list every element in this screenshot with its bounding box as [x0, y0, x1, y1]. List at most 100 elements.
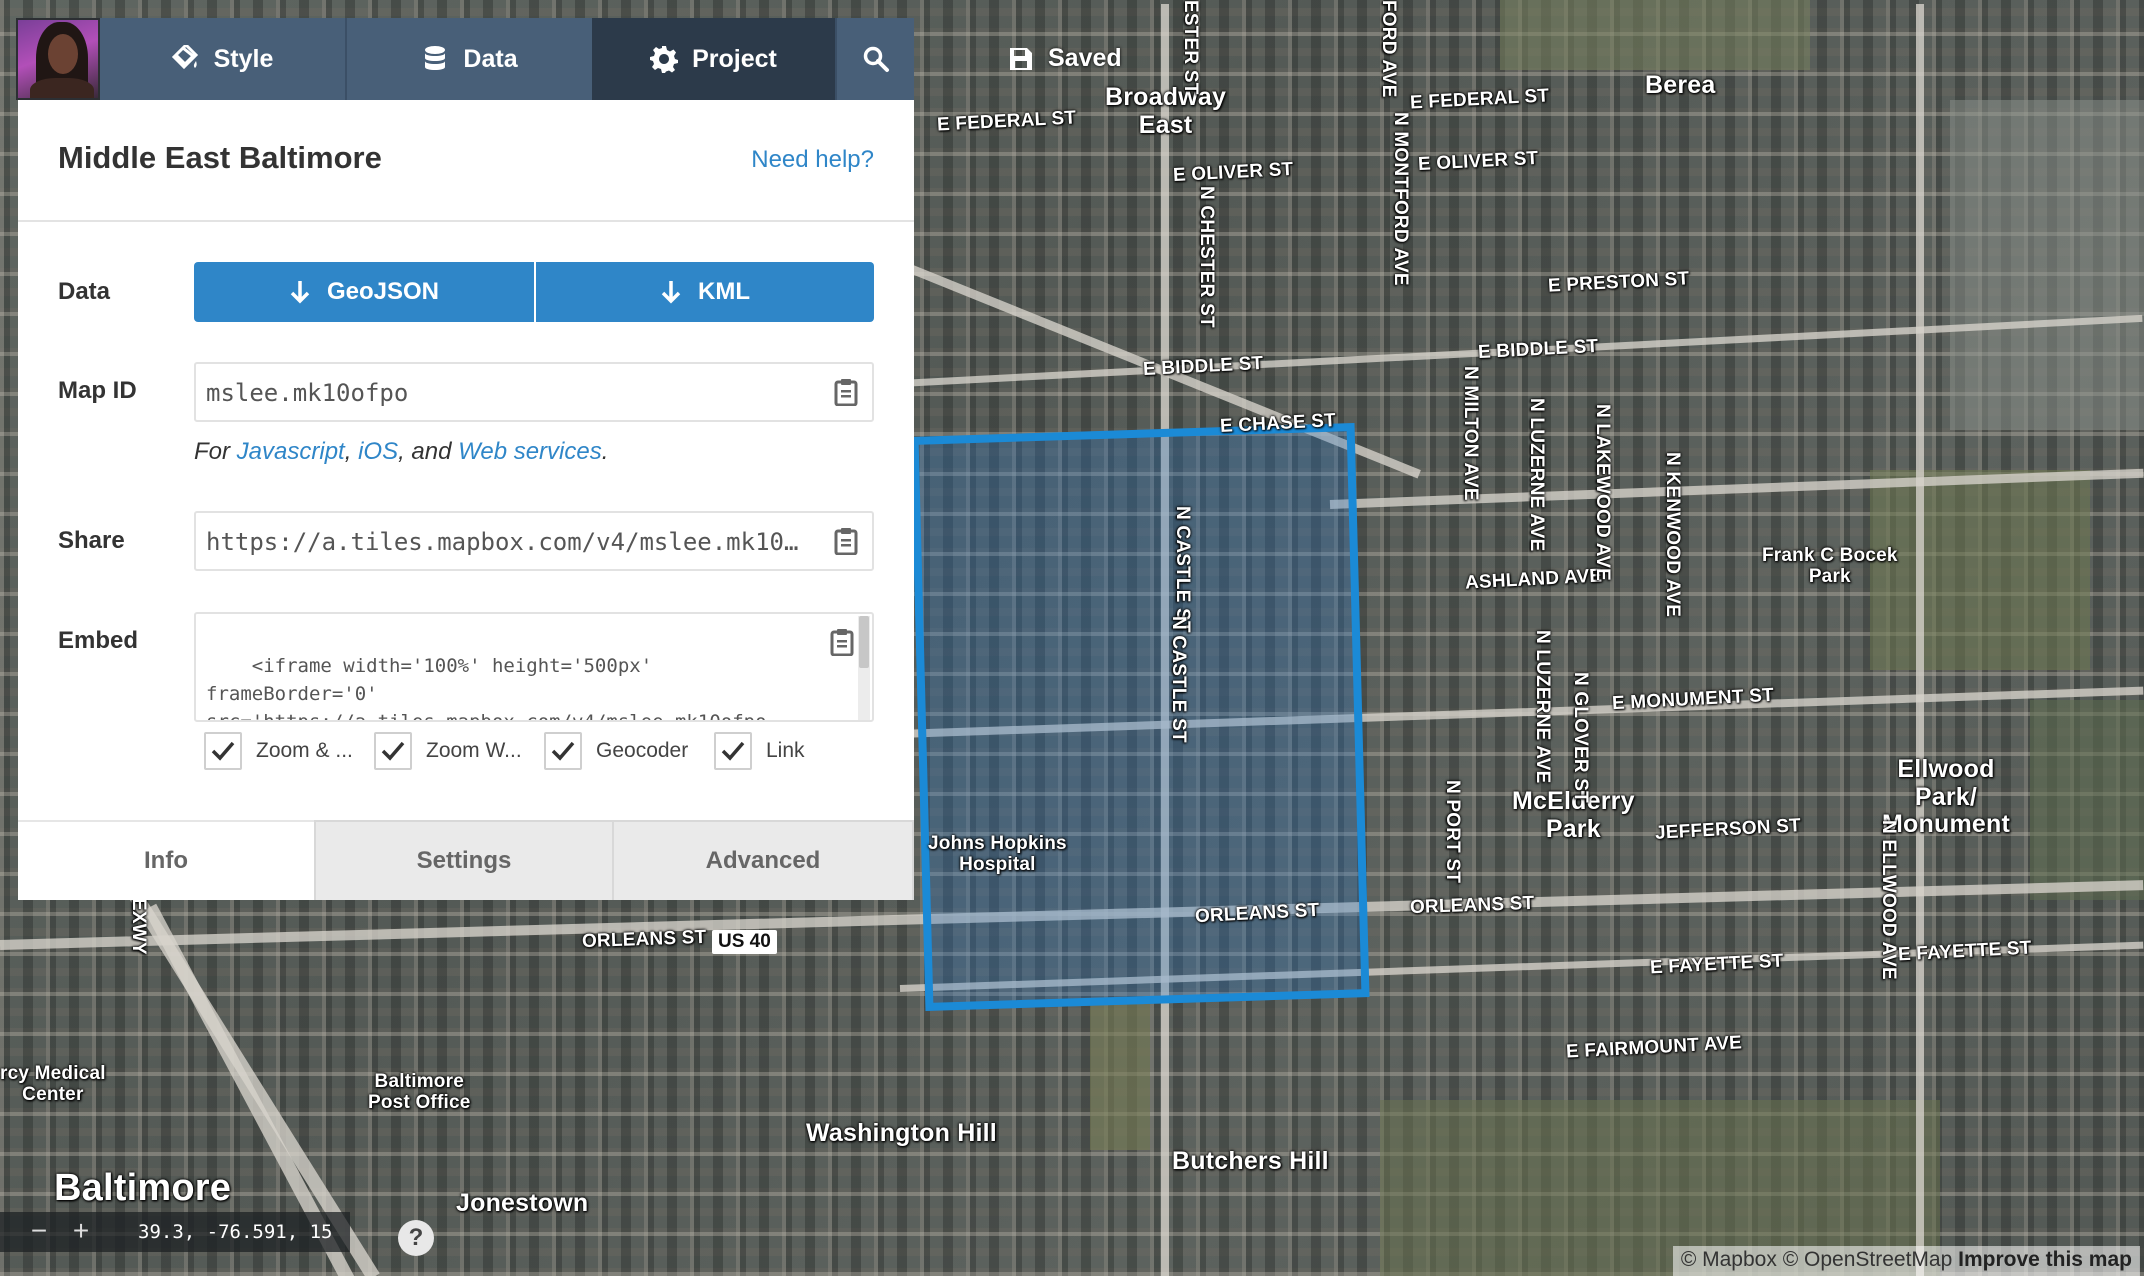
avatar-shoulders — [30, 78, 94, 98]
embed-option-label: Geocoder — [596, 739, 689, 762]
paint-bucket-icon — [171, 45, 198, 70]
user-avatar[interactable] — [16, 18, 100, 100]
map-id-field[interactable]: mslee.mk10ofpo — [194, 362, 874, 422]
map-industrial-east — [1950, 100, 2144, 430]
zoom-in-button[interactable]: + — [66, 1217, 96, 1246]
embed-option-zoomwheel[interactable]: Zoom W... — [374, 732, 522, 770]
map-park-bocek — [1870, 470, 2090, 670]
embed-option-geocoder[interactable]: Geocoder — [544, 732, 688, 770]
saved-label: Saved — [1048, 44, 1122, 72]
label-n-luzerne-ave: N LUZERNE AVE — [1526, 398, 1547, 552]
tab-info[interactable]: Info — [18, 820, 314, 900]
label-mercy-medical-center: rcy Medical Center — [0, 1063, 106, 1105]
attribution-mapbox-link[interactable]: © Mapbox — [1681, 1248, 1777, 1271]
label-n-luzerne-ave-2: N LUZERNE AVE — [1532, 630, 1553, 784]
embed-option-link[interactable]: Link — [714, 732, 805, 770]
sdk-sep-2: , and — [398, 438, 459, 465]
label-n-glover-st: N GLOVER ST — [1570, 672, 1591, 803]
tab-advanced[interactable]: Advanced — [614, 820, 914, 900]
attribution-osm-link[interactable]: © OpenStreetMap — [1783, 1248, 1953, 1271]
download-arrow-icon — [661, 281, 681, 304]
panel-header: Middle East Baltimore Need help? — [18, 100, 914, 222]
coordinate-readout: 39.3, -76.591, 15 — [138, 1221, 333, 1243]
label-ford-ave-top: FORD AVE — [1378, 0, 1399, 98]
label-e-monument-st: E MONUMENT ST — [1611, 684, 1775, 715]
saved-status: Saved — [1008, 44, 1122, 73]
ios-link[interactable]: iOS — [358, 438, 398, 465]
label-e-federal-st-e: E FEDERAL ST — [1409, 85, 1550, 114]
embed-option-label: Link — [766, 739, 805, 762]
download-kml-button[interactable]: KML — [536, 262, 874, 322]
search-button[interactable] — [835, 18, 914, 100]
label-n-lakewood-ave: N LAKEWOOD AVE — [1592, 404, 1613, 581]
share-url-field[interactable]: https://a.tiles.mapbox.com/v4/mslee.mk10… — [194, 511, 874, 571]
share-label: Share — [58, 527, 125, 554]
zoom-out-button[interactable]: − — [24, 1217, 54, 1246]
label-broadway-east: Broadway East — [1105, 83, 1227, 139]
label-e-oliver-st-e: E OLIVER ST — [1417, 147, 1539, 176]
sdk-prefix: For — [194, 438, 237, 465]
label-e-preston-st: E PRESTON ST — [1547, 268, 1690, 297]
label-orleans-st-east: ORLEANS ST — [1409, 892, 1535, 919]
web-services-link[interactable]: Web services — [458, 438, 602, 465]
map-attribution: © Mapbox © OpenStreetMap Improve this ma… — [1672, 1246, 2140, 1276]
label-jefferson-st: JEFFERSON ST — [1654, 815, 1802, 844]
checkbox-link[interactable] — [714, 732, 752, 770]
project-title[interactable]: Middle East Baltimore — [58, 140, 382, 176]
embed-label: Embed — [58, 627, 139, 654]
map-id-value: mslee.mk10ofpo — [206, 379, 409, 407]
label-n-castle-st-2: N CASTLE ST — [1168, 616, 1189, 743]
checkbox-zoompan[interactable] — [204, 732, 242, 770]
label-ellwood-park: Ellwood Park/ Monument — [1882, 755, 2010, 838]
tab-project[interactable]: Project — [592, 18, 835, 100]
clipboard-icon[interactable] — [830, 628, 854, 656]
embed-option-label: Zoom W... — [426, 739, 522, 762]
tab-style[interactable]: Style — [100, 18, 345, 100]
javascript-link[interactable]: Javascript — [237, 438, 345, 465]
label-berea: Berea — [1645, 71, 1716, 99]
label-n-port-st: N PORT ST — [1442, 780, 1463, 884]
sdk-suffix: . — [601, 438, 609, 465]
label-e-biddle-st-e: E BIDDLE ST — [1477, 335, 1599, 364]
label-chester-st-top: ESTER ST — [1180, 0, 1201, 95]
project-bounds-box[interactable] — [910, 423, 1370, 1011]
label-baltimore: Baltimore — [54, 1167, 232, 1209]
gear-icon — [650, 46, 679, 73]
avatar-face — [48, 34, 78, 74]
clipboard-icon[interactable] — [834, 527, 858, 555]
map-park-northwest — [1500, 0, 1810, 70]
embed-scrollbar[interactable] — [858, 616, 870, 720]
tab-settings[interactable]: Settings — [314, 820, 614, 900]
label-n-milton-ave: N MILTON AVE — [1460, 366, 1481, 501]
download-geojson-button[interactable]: GeoJSON — [194, 262, 534, 322]
improve-map-link[interactable]: Improve this map — [1958, 1248, 2132, 1271]
checkbox-geocoder[interactable] — [544, 732, 582, 770]
label-e-fayette-st-2: E FAYETTE ST — [1897, 937, 2033, 966]
clipboard-icon[interactable] — [834, 378, 858, 406]
label-orleans-st-west: ORLEANS ST — [581, 926, 707, 953]
label-washington-hill: Washington Hill — [806, 1119, 997, 1147]
embed-option-zoompan[interactable]: Zoom & ... — [204, 732, 353, 770]
label-n-chester-st: N CHESTER ST — [1196, 186, 1217, 328]
label-n-ellwood-ave: N ELLWOOD AVE — [1878, 820, 1899, 980]
data-label: Data — [58, 278, 111, 305]
map-help-button[interactable]: ? — [398, 1220, 434, 1256]
panel-bottom-tabs: Info Settings Advanced — [18, 820, 914, 900]
embed-scrollbar-thumb[interactable] — [859, 616, 869, 668]
kml-label: KML — [698, 278, 750, 305]
checkbox-zoomwheel[interactable] — [374, 732, 412, 770]
tab-data[interactable]: Data — [345, 18, 592, 100]
project-panel: Middle East Baltimore Need help? Data Ge… — [18, 100, 914, 900]
label-johns-hopkins-hospital: Johns Hopkins Hospital — [928, 833, 1067, 875]
geojson-label: GeoJSON — [326, 278, 440, 305]
save-icon — [1010, 47, 1032, 70]
need-help-link[interactable]: Need help? — [751, 146, 874, 174]
label-e-oliver-st-w: E OLIVER ST — [1172, 158, 1294, 187]
embed-option-label: Zoom & ... — [256, 739, 353, 762]
embed-code-textarea[interactable]: <iframe width='100%' height='500px' fram… — [194, 612, 874, 722]
embed-code-value: <iframe width='100%' height='500px' fram… — [206, 655, 767, 722]
tab-project-label: Project — [692, 44, 777, 73]
label-exwy: EXWY — [128, 898, 149, 955]
map-controls-bar: − + 39.3, -76.591, 15 — [0, 1212, 350, 1252]
checkmark-icon — [721, 741, 745, 761]
